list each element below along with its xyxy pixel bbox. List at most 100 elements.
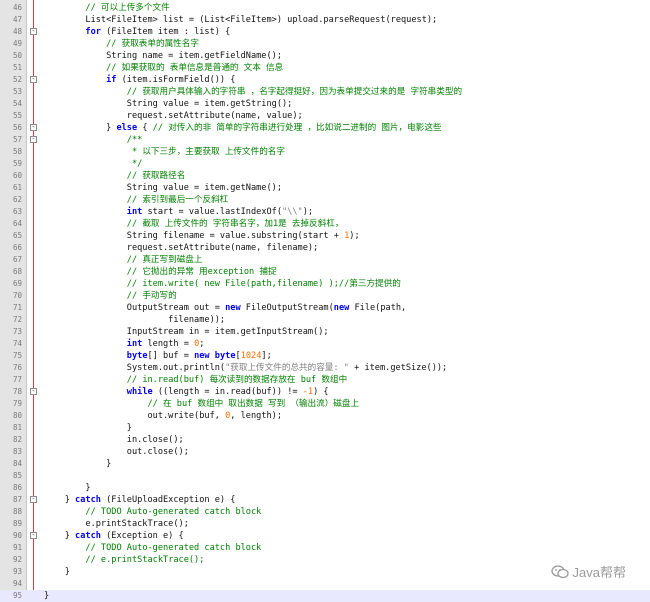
code-line[interactable]: 61 String value = item.getName();	[0, 182, 650, 194]
line-number: 83	[12, 447, 22, 456]
code-text: InputStream in = item.getInputStream();	[44, 326, 329, 338]
code-text: out.close();	[44, 446, 189, 458]
line-number: 88	[12, 507, 22, 516]
code-token: "\\"	[282, 207, 303, 217]
code-line[interactable]: 53 // 获取用户具体输入的字符串 ，名字起得挺好，因为表单提交过来的是 字符…	[0, 86, 650, 98]
code-line[interactable]: 65 String filename = value.substring(sta…	[0, 230, 650, 242]
fold-toggle-icon[interactable]: -	[30, 388, 37, 395]
code-line[interactable]: 68 // 它抛出的异常 用exception 捕捉	[0, 266, 650, 278]
code-token: // 截取 上传文件的 字符串名字，加1是 去掉反斜杠，	[126, 219, 344, 229]
fold-toggle-icon[interactable]: -	[30, 28, 37, 35]
code-token: // in.read(buf) 每次读到的数据存放在 buf 数组中	[126, 375, 348, 385]
code-text: // 真正写到磁盘上	[44, 254, 203, 266]
code-token: e.printStackTrace();	[44, 519, 189, 529]
line-number: 79	[12, 399, 22, 408]
code-line[interactable]: 76 System.out.println("获取上传文件的总共的容量: " +…	[0, 362, 650, 374]
code-token: // 真正写到磁盘上	[126, 255, 203, 265]
code-line[interactable]: 71 OutputStream out = new FileOutputStre…	[0, 302, 650, 314]
code-text: // TODO Auto-generated catch block	[44, 506, 261, 518]
code-line[interactable]: 89 e.printStackTrace();	[0, 518, 650, 530]
code-line[interactable]: 85	[0, 470, 650, 482]
code-line[interactable]: 79 // 在 buf 数组中 取出数据 写到 （输出流）磁盘上	[0, 398, 650, 410]
code-line[interactable]: 47 List<FileItem> list = (List<FileItem>…	[0, 14, 650, 26]
line-number: 60	[12, 171, 22, 180]
fold-toggle-icon[interactable]: -	[30, 496, 37, 503]
code-text: request.setAttribute(name, filename);	[44, 242, 318, 254]
code-line[interactable]: 86 }	[0, 482, 650, 494]
code-line[interactable]: 56 - } else { // 对传入的非 简单的字符串进行处理 ，比如说二进制…	[0, 122, 650, 134]
code-text: // 可以上传多个文件	[44, 2, 169, 14]
code-line[interactable]: 84 }	[0, 458, 650, 470]
code-line[interactable]: 69 // item.write( new File(path,filename…	[0, 278, 650, 290]
fold-toggle-icon[interactable]: -	[30, 532, 37, 539]
code-line[interactable]: 46 // 可以上传多个文件	[0, 2, 650, 14]
code-line[interactable]: 70 // 手动写的	[0, 290, 650, 302]
code-line[interactable]: 54 String value = item.getString();	[0, 98, 650, 110]
line-number: 89	[12, 519, 22, 528]
fold-toggle-icon[interactable]: -	[30, 76, 37, 83]
code-editor[interactable]: 46 // 可以上传多个文件 47 List<FileItem> list = (…	[0, 0, 650, 602]
code-line[interactable]: 60 // 获取路径名	[0, 170, 650, 182]
line-number: 50	[12, 51, 22, 60]
code-line[interactable]: 87 - } catch (FileUploadException e) {	[0, 494, 650, 506]
code-line[interactable]: 52 - if (item.isFormField()) {	[0, 74, 650, 86]
code-token: {	[137, 123, 153, 133]
code-line[interactable]: 50 String name = item.getFieldName();	[0, 50, 650, 62]
line-number: 80	[12, 411, 22, 420]
fold-toggle-icon[interactable]: -	[30, 136, 37, 143]
code-line[interactable]: 48 - for (FileItem item : list) {	[0, 26, 650, 38]
code-line[interactable]: 82 in.close();	[0, 434, 650, 446]
line-number: 87	[12, 495, 22, 504]
code-line[interactable]: 51 // 如果获取的 表单信息是普通的 文本 信息	[0, 62, 650, 74]
code-text: for (FileItem item : list) {	[44, 26, 230, 38]
code-token: String filename = value.substring(start …	[44, 231, 345, 241]
code-text: } catch (FileUploadException e) {	[44, 494, 236, 506]
code-line[interactable]: 75 byte[] buf = new byte[1024];	[0, 350, 650, 362]
code-text: List<FileItem> list = (List<FileItem>) u…	[44, 14, 437, 26]
code-token: * 以下三步，主要获取 上传文件的名字	[131, 147, 285, 157]
code-token: "获取上传文件的总共的容量: "	[225, 363, 349, 373]
line-number: 47	[12, 15, 22, 24]
code-line[interactable]: 78 - while ((length = in.read(buf)) != -1…	[0, 386, 650, 398]
code-token: List<FileItem> list = (List<FileItem>) u…	[44, 15, 438, 25]
fold-toggle-icon[interactable]: -	[30, 124, 37, 131]
code-line[interactable]: 72 filename));	[0, 314, 650, 326]
line-number: 71	[12, 303, 22, 312]
code-line[interactable]: 59 */	[0, 158, 650, 170]
code-line[interactable]: 57 - /**	[0, 134, 650, 146]
code-token: start = value.lastIndexOf(	[142, 207, 283, 217]
code-line[interactable]: 77 // in.read(buf) 每次读到的数据存放在 buf 数组中	[0, 374, 650, 386]
code-line[interactable]: 55 request.setAttribute(name, value);	[0, 110, 650, 122]
code-line[interactable]: 74 int length = 0;	[0, 338, 650, 350]
code-line[interactable]: 58 * 以下三步，主要获取 上传文件的名字	[0, 146, 650, 158]
code-line[interactable]: 63 int start = value.lastIndexOf("\\");	[0, 206, 650, 218]
code-line[interactable]: 73 InputStream in = item.getInputStream(…	[0, 326, 650, 338]
line-number: 86	[12, 483, 22, 492]
code-line[interactable]: 67 // 真正写到磁盘上	[0, 254, 650, 266]
code-line[interactable]: 90 - } catch (Exception e) {	[0, 530, 650, 542]
code-token: */	[131, 159, 143, 169]
code-text: byte[] buf = new byte[1024];	[44, 350, 272, 362]
code-token: else	[116, 123, 138, 133]
code-text: }	[44, 458, 111, 470]
code-line[interactable]: 88 // TODO Auto-generated catch block	[0, 506, 650, 518]
code-line[interactable]: 66 request.setAttribute(name, filename);	[0, 242, 650, 254]
code-line[interactable]: 83 out.close();	[0, 446, 650, 458]
code-text: // 它抛出的异常 用exception 捕捉	[44, 266, 277, 278]
code-line[interactable]: 49 // 获取表单的属性名字	[0, 38, 650, 50]
code-token: // 如果获取的 表单信息是普通的 文本 信息	[106, 63, 284, 73]
code-line[interactable]: 95}	[0, 590, 650, 602]
code-token: // e.printStackTrace();	[85, 555, 205, 565]
code-line[interactable]: 80 out.write(buf, 0, length);	[0, 410, 650, 422]
code-line[interactable]: 64 // 截取 上传文件的 字符串名字，加1是 去掉反斜杠，	[0, 218, 650, 230]
code-text: /**	[44, 134, 143, 146]
code-line[interactable]: 91 // TODO Auto-generated catch block	[0, 542, 650, 554]
code-line[interactable]: 81 }	[0, 422, 650, 434]
code-line[interactable]: 62 // 索引到最后一个反斜杠	[0, 194, 650, 206]
line-number: 82	[12, 435, 22, 444]
